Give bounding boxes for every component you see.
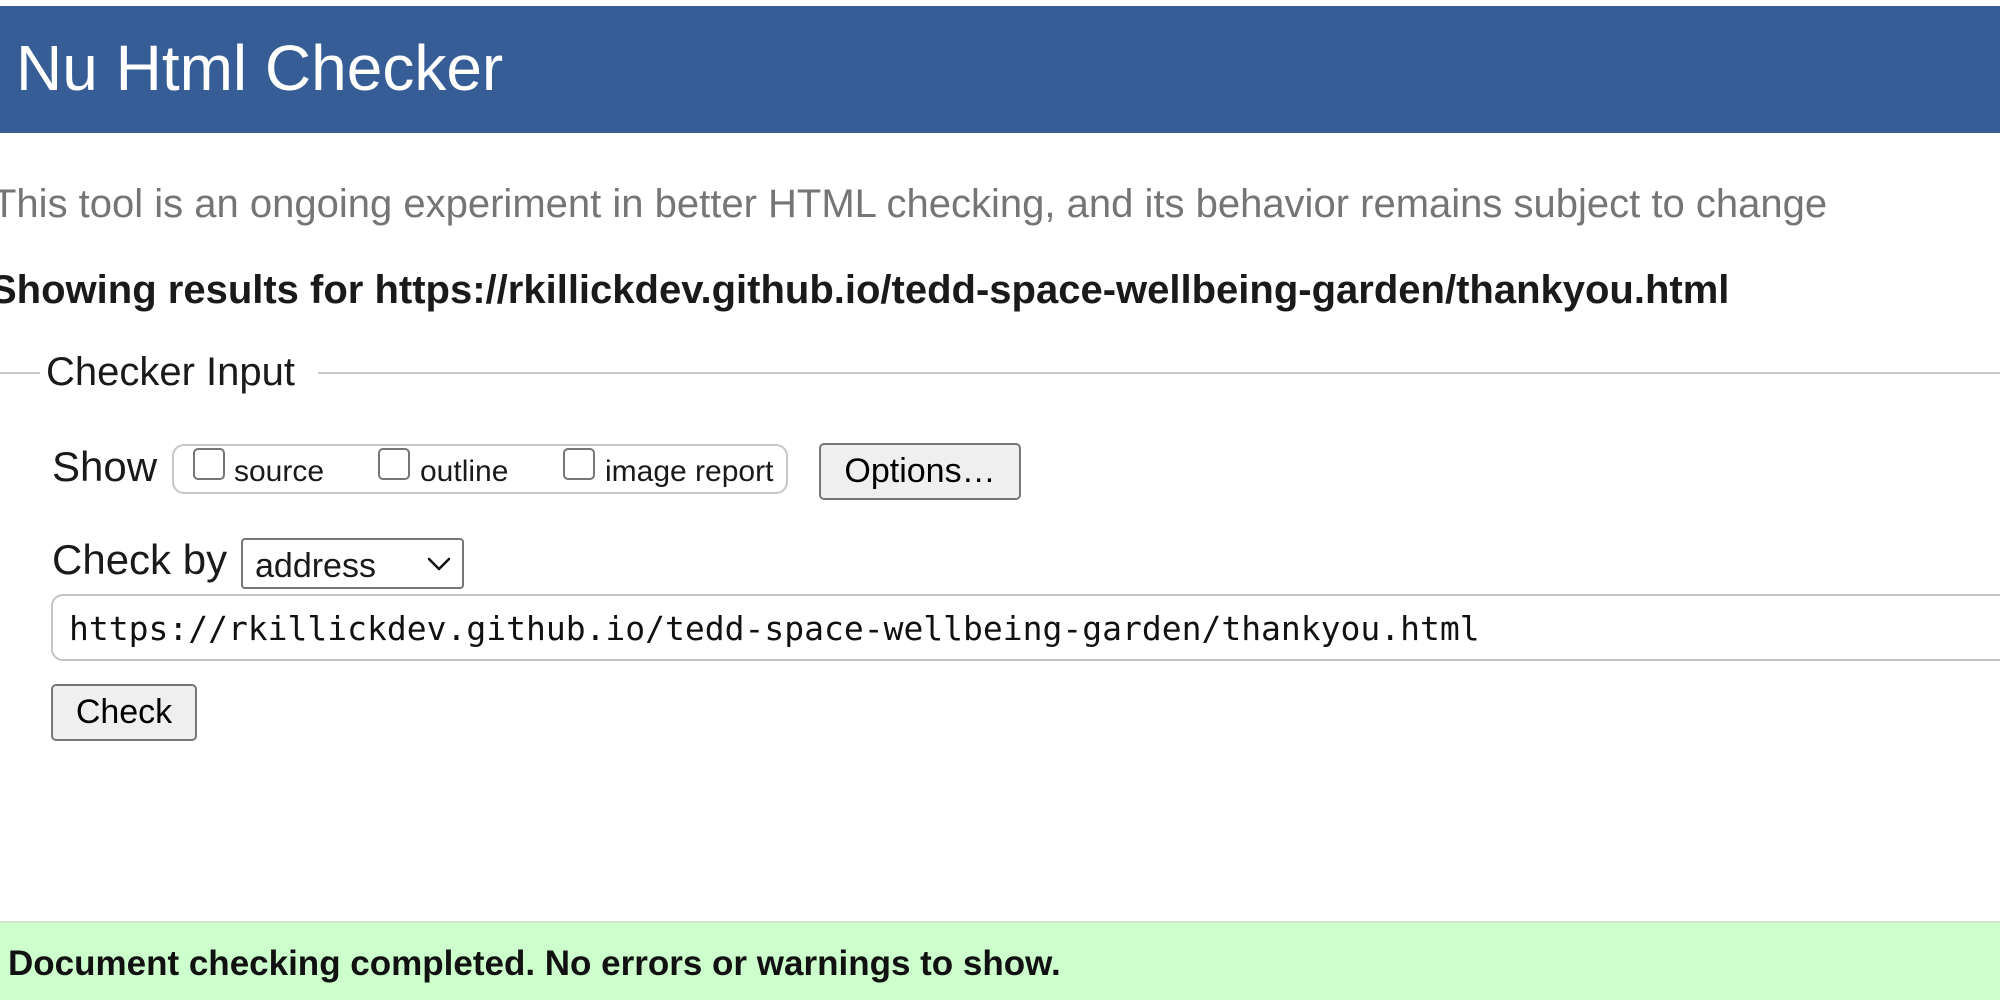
- check-by-selected-value: address: [255, 547, 376, 585]
- page: Nu Html Checker This tool is an ongoing …: [0, 0, 2000, 1000]
- outline-checkbox-label[interactable]: outline: [420, 457, 508, 487]
- chevron-down-icon: [427, 557, 451, 571]
- success-message: Document checking completed. No errors o…: [8, 944, 1061, 983]
- fieldset-legend: Checker Input: [46, 350, 296, 394]
- check-button[interactable]: Check: [51, 684, 197, 741]
- check-by-label: Check by: [52, 536, 228, 583]
- source-checkbox[interactable]: [193, 448, 225, 480]
- source-checkbox-label[interactable]: source: [234, 457, 324, 487]
- show-label: Show: [52, 443, 158, 490]
- url-input-value: https://rkillickdev.github.io/tedd-space…: [69, 609, 1480, 648]
- options-button[interactable]: Options…: [819, 443, 1021, 500]
- page-header: Nu Html Checker: [0, 6, 2000, 133]
- app-title: Nu Html Checker: [16, 32, 504, 104]
- results-heading: Showing results for https://rkillickdev.…: [0, 268, 1730, 312]
- fieldset-border-left: [0, 372, 40, 374]
- tagline: This tool is an ongoing experiment in be…: [0, 182, 1828, 226]
- image-report-checkbox[interactable]: [563, 448, 595, 480]
- outline-checkbox[interactable]: [378, 448, 410, 480]
- image-report-checkbox-label[interactable]: image report: [605, 457, 773, 487]
- success-message-bar: Document checking completed. No errors o…: [0, 921, 2000, 1000]
- check-by-select[interactable]: address: [241, 538, 464, 589]
- url-input[interactable]: https://rkillickdev.github.io/tedd-space…: [51, 594, 2000, 661]
- fieldset-border-right: [318, 372, 2000, 374]
